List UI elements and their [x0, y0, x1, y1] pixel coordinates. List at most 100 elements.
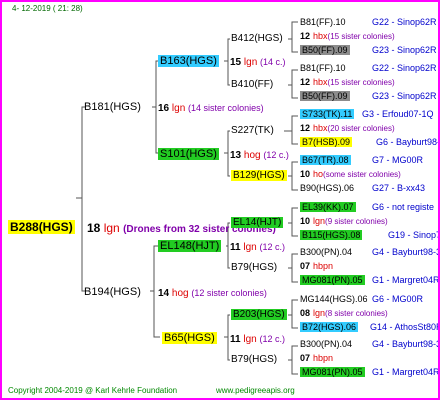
gen4-tag: hbpn — [313, 261, 334, 271]
print-date: 4- 12-2019 ( 21: 28) — [12, 4, 83, 13]
gen4-info-row: 08 lgn(8 sister colonies) — [300, 307, 388, 320]
gen2-node-0[interactable]: B163(HGS) — [158, 55, 219, 67]
gen2-name: EL148(HJT) — [158, 240, 222, 252]
gen4-dam-name: S733(TK).11 — [300, 109, 355, 119]
gen2-info-0: 15 lgn (14 c.) — [230, 56, 286, 69]
root-node[interactable]: B288(HGS) — [8, 220, 75, 234]
gen3-node-2[interactable]: S227(TK) — [231, 125, 274, 137]
gen3-node-6[interactable]: B203(HGS) — [231, 309, 287, 321]
gen1-sisters: (12 sister colonies) — [191, 288, 267, 298]
gen3-name: EL14(HJT) — [231, 217, 284, 228]
gen2-num: 15 — [230, 57, 242, 68]
gen4-sire-name: B50(FF).09 — [300, 91, 350, 101]
gen4-sire-name: B115(HGS).08 — [300, 230, 363, 240]
gen3-node-1[interactable]: B410(FF) — [231, 79, 273, 91]
gen3-node-5[interactable]: B79(HGS) — [231, 262, 277, 274]
gen2-name: B163(HGS) — [158, 55, 219, 67]
gen2-sisters: (12 c.) — [259, 242, 286, 252]
gen4-num: 10 — [300, 169, 311, 179]
gen4-dam-name: B81(FF).10 — [300, 17, 346, 27]
gen4-num: 07 — [300, 353, 311, 363]
gen2-node-3[interactable]: B65(HGS) — [162, 332, 217, 344]
gen3-name: S227(TK) — [231, 125, 274, 136]
gen4-dam-name: B81(FF).10 — [300, 63, 346, 73]
gen4-dam-location: G6 - MG00R — [372, 294, 424, 304]
gen1-info-1: 14 hog (12 sister colonies) — [158, 287, 267, 300]
gen4-sire-row[interactable]: MG081(PN).05 G1 - Margret04R — [300, 274, 438, 286]
gen4-dam-location: G4 - Bayburt98-3 — [372, 247, 438, 257]
gen4-tag: hbpn — [313, 353, 334, 363]
gen4-dam-row[interactable]: B300(PN).04 G4 - Bayburt98-3 — [300, 246, 438, 258]
gen4-dam-location: G6 - not registe — [372, 202, 435, 212]
gen4-tag: hbx — [313, 123, 328, 133]
gen4-sire-row[interactable]: B7(HSB).09 G6 - Bayburt98-3 — [300, 136, 438, 148]
gen1-node-0[interactable]: B181(HGS) — [84, 101, 141, 113]
gen3-node-3[interactable]: B129(HGS) — [231, 170, 287, 182]
gen4-sire-location: G14 - AthosSt80R — [370, 322, 438, 332]
gen4-dam-name: B67(TR).08 — [300, 155, 351, 165]
site-link[interactable]: www.pedigreeapis.org — [216, 385, 295, 397]
root-name: B288(HGS) — [8, 220, 75, 234]
gen4-dam-row[interactable]: B81(FF).10 G22 - Sinop62R — [300, 62, 437, 74]
gen3-name: B79(HGS) — [231, 262, 278, 273]
gen4-dam-row[interactable]: S733(TK).11 G3 - Erfoud07-1Q — [300, 108, 434, 120]
root-lgn: lgn — [103, 221, 120, 235]
gen4-sire-name: B72(HGS).06 — [300, 322, 359, 332]
gen3-name: B410(FF) — [231, 79, 274, 90]
gen4-num: 08 — [300, 308, 311, 318]
gen4-dam-location: G3 - Erfoud07-1Q — [362, 109, 434, 119]
gen3-node-0[interactable]: B412(HGS) — [231, 33, 283, 45]
gen4-num: 12 — [300, 31, 311, 41]
gen1-info-0: 16 lgn (14 sister colonies) — [158, 102, 264, 115]
gen3-name: B203(HGS) — [231, 309, 287, 320]
gen2-node-2[interactable]: EL148(HJT) — [158, 240, 222, 252]
gen1-sisters: (14 sister colonies) — [188, 103, 264, 113]
gen4-dam-location: G7 - MG00R — [372, 155, 424, 165]
gen1-tag: lgn — [171, 103, 186, 114]
gen4-sire-name: B90(HGS).06 — [300, 183, 355, 193]
gen2-num: 11 — [230, 242, 241, 253]
gen1-name: B194(HGS) — [84, 286, 141, 298]
gen4-dam-row[interactable]: MG144(HGS).06 G6 - MG00R — [300, 293, 423, 305]
gen1-num: 14 — [158, 288, 170, 299]
gen2-tag: lgn — [243, 57, 258, 68]
gen4-info-row: 12 hbx(15 sister colonies) — [300, 30, 395, 43]
gen2-node-1[interactable]: S101(HGS) — [158, 148, 219, 160]
gen4-tag: hbx — [313, 31, 328, 41]
gen4-dam-location: G22 - Sinop62R — [372, 63, 437, 73]
gen4-info-row: 12 hbx(20 sister colonies) — [300, 122, 395, 135]
gen4-sisters: (8 sister colonies) — [325, 309, 388, 318]
gen2-name: B65(HGS) — [162, 332, 217, 344]
gen4-sire-row[interactable]: B50(FF).09 G23 - Sinop62R — [300, 90, 437, 102]
gen4-sire-row[interactable]: MG081(PN).05 G1 - Margret04R — [300, 366, 438, 378]
gen3-node-4[interactable]: EL14(HJT) — [231, 217, 284, 229]
gen4-sire-location: G27 - B-xx43 — [372, 183, 426, 193]
gen4-dam-row[interactable]: B67(TR).08 G7 - MG00R — [300, 154, 423, 166]
gen3-node-7[interactable]: B79(HGS) — [231, 354, 277, 366]
gen4-sire-row[interactable]: B50(FF).09 G23 - Sinop62R — [300, 44, 437, 56]
gen4-sisters: (9 sister colonies) — [325, 217, 388, 226]
gen4-dam-row[interactable]: EL39(KK).07 G6 - not registe — [300, 201, 434, 213]
gen2-info-3: 11 lgn (12 c.) — [230, 333, 285, 346]
gen2-sisters: (12 c.) — [259, 334, 286, 344]
gen4-num: 12 — [300, 77, 311, 87]
gen4-sire-name: B7(HSB).09 — [300, 137, 353, 147]
gen4-dam-row[interactable]: B81(FF).10 G22 - Sinop62R — [300, 16, 437, 28]
gen1-node-1[interactable]: B194(HGS) — [84, 286, 141, 298]
gen4-sire-location: G23 - Sinop62R — [372, 45, 437, 55]
gen4-dam-location: G22 - Sinop62R — [372, 17, 437, 27]
gen4-dam-name: B300(PN).04 — [300, 339, 353, 349]
gen4-tag: ho — [313, 169, 324, 179]
gen2-tag: hog — [243, 150, 261, 161]
gen3-name: B129(HGS) — [231, 170, 287, 181]
gen4-sire-location: G19 - Sinop72R — [388, 230, 438, 240]
gen4-sire-row[interactable]: B72(HGS).06 G14 - AthosSt80R — [300, 321, 438, 333]
gen4-sire-location: G23 - Sinop62R — [372, 91, 437, 101]
gen3-name: B412(HGS) — [231, 33, 283, 44]
gen4-sisters: (15 sister colonies) — [327, 32, 395, 41]
gen4-dam-row[interactable]: B300(PN).04 G4 - Bayburt98-3 — [300, 338, 438, 350]
gen4-sire-row[interactable]: B90(HGS).06 G27 - B-xx43 — [300, 182, 425, 194]
gen4-sire-row[interactable]: B115(HGS).08 G19 - Sinop72R — [300, 229, 438, 241]
gen4-info-row: 07 hbpn — [300, 352, 333, 365]
gen4-info-row: 07 hbpn — [300, 260, 333, 273]
